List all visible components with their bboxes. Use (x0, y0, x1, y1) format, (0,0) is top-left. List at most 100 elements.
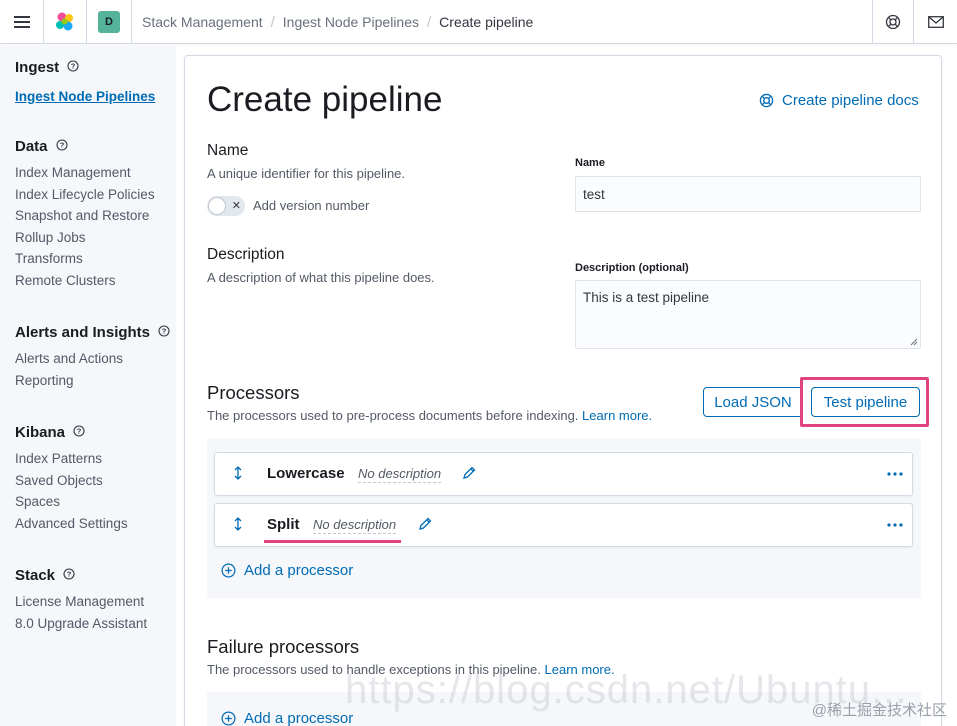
hamburger-icon (13, 16, 30, 28)
question-icon[interactable]: ? (73, 424, 85, 441)
svg-text:?: ? (71, 61, 76, 70)
sidebar-item-transforms[interactable]: Transforms (15, 248, 155, 270)
sidebar-group-kibana: Kibana? Index Patterns Saved Objects Spa… (15, 422, 128, 534)
processor-name[interactable]: Lowercase (267, 465, 345, 482)
processor-row-split[interactable]: Split No description (214, 503, 913, 547)
processor-name[interactable]: Split (267, 516, 300, 533)
name-field[interactable]: test (575, 176, 921, 212)
name-field-label: Name (575, 157, 605, 169)
drag-handle-icon[interactable] (233, 516, 243, 532)
processor-row-lowercase[interactable]: Lowercase No description (214, 452, 913, 496)
space-avatar: D (98, 11, 120, 33)
sidebar-item-advanced-settings[interactable]: Advanced Settings (15, 513, 128, 535)
sidebar-item-saved-objects[interactable]: Saved Objects (15, 470, 128, 492)
name-section-title: Name (207, 142, 249, 159)
add-failure-processor-button[interactable]: Add a processor (221, 710, 353, 726)
sidebar-group-ingest: Ingest? Ingest Node Pipelines (15, 57, 155, 108)
split-highlight-underline (264, 540, 401, 543)
sidebar-item-reporting[interactable]: Reporting (15, 370, 170, 392)
processors-learn-more-link[interactable]: Learn more. (582, 408, 652, 423)
breadcrumb-stack-management[interactable]: Stack Management (142, 14, 263, 30)
top-header: D Stack Management / Ingest Node Pipelin… (0, 0, 957, 44)
add-processor-button[interactable]: Add a processor (221, 562, 353, 579)
breadcrumb-separator: / (270, 13, 275, 31)
processor-description[interactable]: No description (358, 466, 442, 483)
more-actions-icon[interactable] (887, 523, 903, 527)
mail-icon (927, 16, 944, 28)
sidebar-item-index-lifecycle-policies[interactable]: Index Lifecycle Policies (15, 184, 155, 206)
sidebar-item-ingest-node-pipelines[interactable]: Ingest Node Pipelines (15, 86, 155, 108)
sidebar-group-title: Ingest (15, 58, 60, 76)
svg-text:?: ? (77, 426, 82, 435)
docs-link-label: Create pipeline docs (782, 92, 919, 109)
svg-text:?: ? (162, 326, 167, 335)
toggle-knob (208, 197, 226, 215)
more-actions-icon[interactable] (887, 472, 903, 476)
sidebar-item-license-management[interactable]: License Management (15, 591, 147, 613)
cross-icon: ✕ (231, 200, 241, 212)
breadcrumb-separator: / (427, 13, 432, 31)
sidebar-group-title: Stack (15, 566, 56, 584)
version-number-toggle[interactable]: ✕ (207, 196, 245, 216)
breadcrumb-current: Create pipeline (439, 14, 534, 30)
add-processor-label: Add a processor (244, 562, 354, 579)
breadcrumb: Stack Management / Ingest Node Pipelines… (142, 0, 533, 44)
svg-text:?: ? (67, 569, 72, 578)
load-json-button[interactable]: Load JSON (703, 387, 803, 417)
sidebar-item-upgrade-assistant[interactable]: 8.0 Upgrade Assistant (15, 613, 147, 635)
description-field-value: This is a test pipeline (583, 290, 710, 305)
question-icon[interactable]: ? (158, 324, 170, 341)
description-field-label: Description (optional) (575, 262, 689, 274)
sidebar-group-data: Data? Index Management Index Lifecycle P… (15, 136, 155, 291)
question-icon[interactable]: ? (63, 567, 75, 584)
sidebar-group-title: Kibana (15, 423, 66, 441)
help-lifebuoy-icon (759, 93, 774, 108)
sidebar-item-remote-clusters[interactable]: Remote Clusters (15, 270, 155, 292)
description-field[interactable]: This is a test pipeline (575, 280, 921, 349)
menu-button[interactable] (0, 0, 43, 44)
question-icon[interactable]: ? (55, 138, 68, 155)
page-title: Create pipeline (207, 80, 443, 119)
svg-text:?: ? (59, 140, 64, 149)
test-pipeline-button[interactable]: Test pipeline (811, 387, 920, 417)
failure-processors-title: Failure processors (207, 636, 360, 657)
processors-description: The processors used to pre-process docum… (207, 408, 653, 423)
description-section-description: A description of what this pipeline does… (207, 270, 435, 285)
site-watermark: @稀土掘金技术社区 (811, 702, 947, 719)
newsfeed-button[interactable] (914, 0, 957, 44)
add-failure-processor-label: Add a processor (244, 710, 354, 726)
sidebar-group-title: Data (15, 137, 48, 155)
processors-title: Processors (207, 382, 300, 403)
version-number-toggle-label: Add version number (253, 198, 370, 213)
sidebar-group-title: Alerts and Insights (15, 323, 151, 341)
sidebar-item-snapshot-and-restore[interactable]: Snapshot and Restore (15, 205, 155, 227)
plus-in-circle-icon (221, 563, 236, 578)
sidebar-group-stack: Stack? License Management 8.0 Upgrade As… (15, 565, 147, 634)
space-selector[interactable]: D (87, 0, 131, 44)
question-icon[interactable]: ? (67, 59, 79, 76)
name-section-description: A unique identifier for this pipeline. (207, 166, 406, 181)
sidebar-item-spaces[interactable]: Spaces (15, 491, 128, 513)
pencil-icon[interactable] (418, 517, 432, 531)
processor-description[interactable]: No description (313, 517, 397, 534)
sidebar-item-index-management[interactable]: Index Management (15, 162, 155, 184)
sidebar-item-alerts-and-actions[interactable]: Alerts and Actions (15, 348, 170, 370)
name-field-value: test (583, 186, 605, 202)
kibana-logo[interactable] (44, 0, 86, 44)
create-pipeline-docs-link[interactable]: Create pipeline docs (759, 92, 919, 109)
help-lifebuoy-icon (885, 14, 901, 30)
management-sidebar: Ingest? Ingest Node Pipelines Data? Inde… (0, 45, 176, 726)
description-section-title: Description (207, 246, 285, 263)
processors-tree: Lowercase No description Split No descri… (207, 438, 921, 598)
sidebar-item-rollup-jobs[interactable]: Rollup Jobs (15, 227, 155, 249)
help-button[interactable] (873, 0, 913, 44)
breadcrumb-ingest-node-pipelines[interactable]: Ingest Node Pipelines (283, 14, 419, 30)
sidebar-item-index-patterns[interactable]: Index Patterns (15, 448, 128, 470)
resize-handle-icon[interactable] (910, 338, 918, 346)
sidebar-group-alerts-and-insights: Alerts and Insights? Alerts and Actions … (15, 322, 170, 391)
pencil-icon[interactable] (462, 466, 476, 480)
drag-handle-icon[interactable] (233, 465, 243, 481)
elastic-logo-icon (56, 12, 73, 31)
plus-in-circle-icon (221, 711, 236, 726)
create-pipeline-panel: Create pipeline Create pipeline docs Nam… (184, 55, 942, 726)
